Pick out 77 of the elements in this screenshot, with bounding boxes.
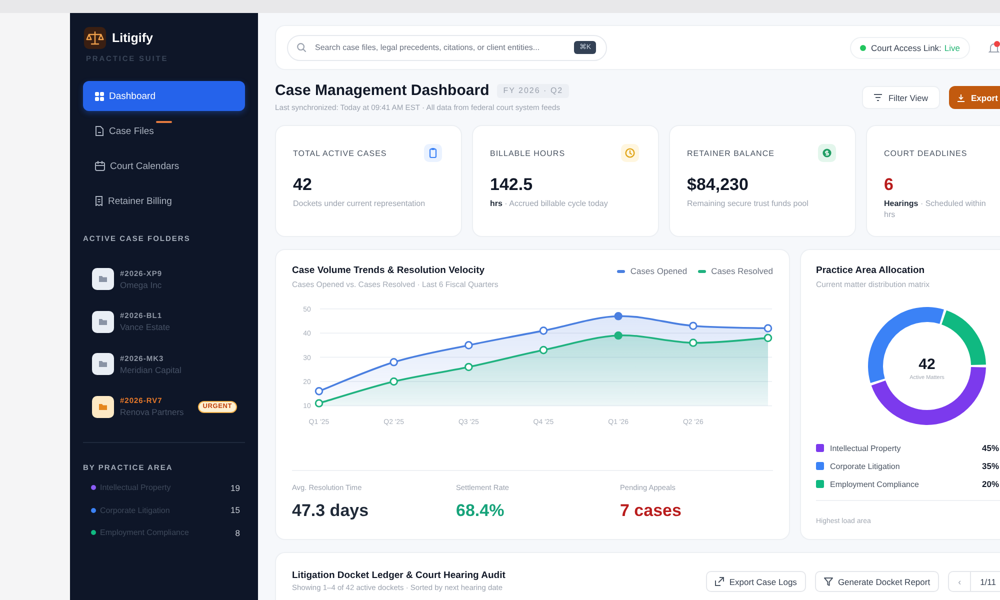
scales-logo-icon bbox=[84, 27, 106, 49]
stat-value: $84,230 bbox=[687, 175, 750, 195]
area-count: 8 bbox=[235, 528, 240, 538]
data-point bbox=[614, 312, 622, 320]
period-badge: FY 2026 · Q2 bbox=[497, 84, 570, 98]
status-dot-icon bbox=[860, 44, 866, 50]
stat-value: 42 bbox=[293, 175, 313, 195]
legend-value: 35% bbox=[982, 461, 999, 471]
stat-note: hrs · Accrued billable cycle today bbox=[490, 198, 609, 209]
metric-value: 7 cases bbox=[620, 500, 682, 522]
stat-value: 6 bbox=[884, 175, 894, 195]
legend-label: Employment Compliance bbox=[830, 480, 919, 488]
card-title: Litigation Docket Ledger & Court Hearing Audit bbox=[292, 569, 506, 582]
search-icon bbox=[297, 43, 306, 52]
stat-label: COURT DEADLINES bbox=[884, 148, 968, 158]
status-value: Live bbox=[944, 42, 960, 52]
client-name: Meridian Capital bbox=[120, 364, 182, 376]
funnel-icon bbox=[824, 577, 833, 586]
data-point bbox=[464, 362, 473, 372]
clock-icon bbox=[621, 144, 639, 162]
stat-note: Hearings · Scheduled within hrs bbox=[884, 198, 987, 220]
data-point bbox=[614, 331, 622, 340]
nav-item[interactable]: Retainer Billing bbox=[83, 186, 245, 216]
data-point bbox=[764, 334, 772, 342]
area-count: 15 bbox=[230, 505, 240, 515]
data-point bbox=[314, 387, 324, 396]
nav-item[interactable]: Court Calendars bbox=[83, 151, 245, 181]
center-value: 42 bbox=[918, 356, 936, 373]
legend-value: 20% bbox=[982, 479, 999, 489]
stat-label: TOTAL ACTIVE CASES bbox=[293, 148, 387, 158]
brand-name: Litigify bbox=[112, 30, 153, 46]
client-name: Vance Estate bbox=[120, 321, 170, 333]
chart-title: Practice Area Allocation bbox=[816, 264, 926, 278]
data-point bbox=[764, 324, 772, 332]
page-title: Case Management Dashboard bbox=[275, 82, 490, 100]
status-label: Court Access Link: bbox=[871, 42, 942, 52]
legend-label: Cases Resolved bbox=[711, 266, 773, 276]
data-point bbox=[689, 322, 698, 330]
report-button[interactable]: Generate Docket Report bbox=[814, 571, 940, 592]
data-point bbox=[390, 377, 398, 386]
calendar-icon bbox=[95, 161, 105, 171]
data-point bbox=[464, 341, 473, 350]
receipt-icon bbox=[95, 196, 103, 206]
client-name: Renova Partners bbox=[120, 406, 184, 418]
stat-label: RETAINER BALANCE bbox=[687, 148, 774, 158]
data-point bbox=[390, 358, 398, 366]
page-indicator: 1/11 bbox=[979, 576, 997, 586]
legend-label: Cases Opened bbox=[630, 266, 688, 276]
nav-item[interactable]: Dashboard bbox=[83, 81, 245, 111]
notification-bell-icon[interactable] bbox=[988, 40, 1000, 54]
export-logs-button[interactable]: Export Case Logs bbox=[706, 571, 806, 592]
export-icon bbox=[715, 577, 724, 586]
data-point bbox=[539, 326, 548, 335]
stat-value: 142.5 bbox=[490, 175, 534, 195]
export-button[interactable]: Export bbox=[949, 86, 1000, 109]
metric-value: 47.3 days bbox=[292, 500, 370, 522]
clipboard-icon bbox=[424, 144, 442, 162]
data-point bbox=[689, 338, 698, 347]
legend-label: Corporate Litigation bbox=[830, 462, 900, 470]
download-icon bbox=[957, 94, 965, 102]
data-point bbox=[314, 399, 324, 408]
grid-icon bbox=[95, 92, 104, 100]
file-icon bbox=[95, 126, 104, 136]
stat-label: BILLABLE HOURS bbox=[490, 148, 566, 158]
data-point bbox=[539, 346, 548, 354]
coin-icon bbox=[818, 144, 836, 162]
legend-label: Intellectual Property bbox=[830, 444, 901, 452]
nav-item[interactable]: Case Files bbox=[83, 116, 245, 146]
filter-icon bbox=[874, 94, 882, 101]
area-count: 19 bbox=[230, 482, 240, 492]
metric-value: 68.4% bbox=[456, 500, 506, 522]
stat-note: Remaining secure trust funds pool bbox=[687, 198, 810, 209]
client-name: Omega Inc bbox=[120, 278, 162, 290]
stat-note: Dockets under current representation bbox=[293, 198, 426, 209]
chart-title: Case Volume Trends & Resolution Velocity bbox=[292, 264, 486, 278]
filter-button[interactable]: Filter View bbox=[862, 86, 940, 109]
legend-value: 45% bbox=[982, 443, 999, 453]
